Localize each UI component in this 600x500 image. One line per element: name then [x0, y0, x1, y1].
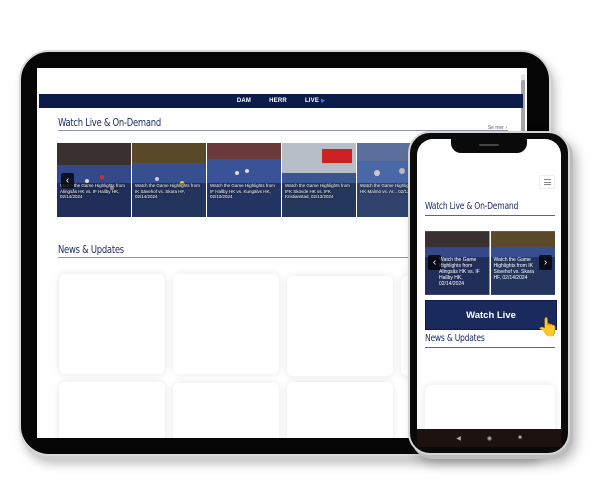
android-nav-bar: ◀ ◉ ■ — [417, 429, 561, 447]
video-thumbnail — [282, 143, 356, 217]
watch-section-title: Watch Live & On-Demand — [58, 116, 161, 129]
video-caption: Watch the Game Highlights from IF Hallby… — [210, 183, 275, 199]
video-thumbnail — [207, 143, 281, 217]
hand-cursor-icon: 👆 — [537, 317, 560, 337]
news-section-title: News & Updates — [58, 243, 124, 256]
news-card[interactable] — [173, 383, 279, 438]
video-caption: Watch the Game Highlights from IK Säveho… — [135, 183, 200, 199]
speaker — [479, 144, 499, 146]
video-caption: Watch the Game Highlights from Alingsås … — [439, 257, 480, 287]
nav-item-dam[interactable]: DAM — [237, 98, 251, 104]
menu-icon[interactable] — [539, 175, 555, 189]
phone-device: Watch Live & On-Demand Watch the Game Hi… — [408, 131, 570, 455]
video-slide[interactable]: Watch the Game Highlights from Alingsås … — [425, 231, 490, 295]
home-icon[interactable]: ◉ — [487, 435, 492, 442]
video-slide[interactable]: Watch the Game Highlights from IK Säveho… — [132, 143, 206, 217]
news-card[interactable] — [59, 382, 165, 438]
news-card[interactable] — [173, 274, 279, 374]
play-icon: ▶ — [321, 98, 326, 104]
nav-item-herr[interactable]: HERR — [269, 98, 287, 104]
carousel-prev-button[interactable]: ‹ — [61, 173, 74, 188]
phone-watch-title: Watch Live & On-Demand — [425, 201, 519, 212]
nav-item-live[interactable]: LIVE ▶ — [305, 98, 325, 104]
video-caption: Watch the Game Highlights from IK Säveho… — [493, 257, 535, 281]
divider — [425, 215, 555, 216]
phone-screen: Watch Live & On-Demand Watch the Game Hi… — [417, 139, 561, 447]
chevron-right-icon: › — [543, 257, 548, 268]
back-icon[interactable]: ◀ — [456, 435, 461, 442]
video-slide[interactable]: Watch the Game Highlights from IK Säveho… — [490, 231, 555, 295]
phone-notch — [451, 139, 527, 153]
video-thumbnail — [132, 143, 206, 217]
news-card[interactable] — [59, 274, 165, 374]
carousel-prev-button[interactable]: ‹ — [428, 255, 441, 270]
video-slide[interactable]: Watch the Game Highlights from IFK Skövd… — [282, 143, 356, 217]
phone-news-title: News & Updates — [425, 333, 485, 344]
news-card[interactable] — [287, 276, 393, 376]
chevron-left-icon: ‹ — [65, 175, 70, 186]
nav-item-live-label: LIVE — [304, 98, 320, 104]
chevron-left-icon: ‹ — [432, 257, 437, 268]
video-slide[interactable]: Watch the Game Highlights from Alingsås … — [57, 143, 131, 217]
main-nav: DAM HERR LIVE ▶ — [39, 94, 523, 108]
video-caption: Watch the Game Highlights from IFK Skövd… — [285, 183, 350, 199]
carousel-next-button[interactable]: › — [539, 255, 552, 270]
recent-apps-icon[interactable]: ■ — [518, 435, 522, 441]
divider — [425, 347, 555, 348]
news-card[interactable] — [287, 382, 393, 438]
video-slide[interactable]: Watch the Game Highlights from IF Hallby… — [207, 143, 281, 217]
phone-video-carousel: Watch the Game Highlights from Alingsås … — [425, 231, 555, 295]
